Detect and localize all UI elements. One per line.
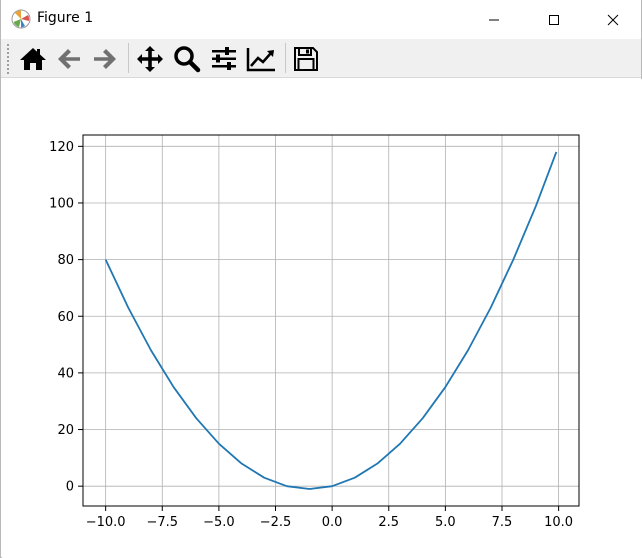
configure-subplots-button[interactable] — [208, 42, 240, 76]
x-tick-label: 2.5 — [378, 515, 399, 530]
save-icon — [294, 47, 318, 71]
subplots-config-icon — [212, 47, 236, 70]
pan-button[interactable] — [134, 42, 166, 76]
edit-axis-icon — [246, 48, 275, 72]
back-button[interactable] — [53, 42, 85, 76]
forward-arrow-icon — [94, 49, 116, 69]
figure-canvas[interactable]: −10.0 −7.5 −5.0 −2.5 0.0 2.5 5.0 7.5 10.0 0 20 40 60… — [2, 79, 642, 558]
home-icon — [20, 48, 46, 70]
x-tick-label: 5.0 — [435, 515, 456, 530]
y-tick-label: 100 — [49, 196, 74, 211]
x-tick-label: −2.5 — [260, 515, 292, 530]
x-tick-label: 0.0 — [322, 515, 343, 530]
window-title: Figure 1 — [37, 10, 94, 26]
y-tick-label: 120 — [49, 140, 74, 155]
pan-icon — [137, 46, 163, 72]
matplotlib-app-icon — [11, 9, 31, 29]
zoom-button[interactable] — [171, 42, 203, 76]
close-icon — [607, 14, 619, 25]
x-tick-label: −5.0 — [203, 515, 235, 530]
series-line — [104, 151, 558, 490]
home-button[interactable] — [17, 42, 49, 76]
toolbar-separator — [285, 43, 286, 73]
x-tick-label: 10.0 — [544, 515, 573, 530]
minimize-icon — [489, 19, 499, 20]
x-tick-label: −7.5 — [146, 515, 178, 530]
figure-window: Figure 1 −10.0 −7.5 −5.0 −2.5 0.0 2.5 5.… — [0, 0, 642, 558]
back-arrow-icon — [58, 49, 80, 69]
x-tick-label: 7.5 — [492, 515, 513, 530]
maximize-icon — [549, 14, 559, 25]
edit-axis-button[interactable] — [245, 42, 277, 76]
toolbar-separator — [128, 43, 129, 73]
save-button[interactable] — [290, 42, 322, 76]
maximize-button[interactable] — [531, 0, 577, 39]
y-tick-label: 0 — [66, 480, 74, 495]
y-tick-label: 20 — [57, 423, 74, 438]
y-tick-label: 60 — [57, 310, 74, 325]
close-button[interactable] — [590, 0, 636, 39]
line-plot: −10.0 −7.5 −5.0 −2.5 0.0 2.5 5.0 7.5 10.0 0 20 40 60… — [49, 134, 580, 530]
minimize-button[interactable] — [471, 0, 517, 39]
axes-frame — [82, 134, 580, 507]
y-tick-label: 80 — [57, 253, 74, 268]
navigation-toolbar — [1, 39, 641, 78]
y-tick-label: 40 — [57, 366, 74, 381]
toolbar-grip[interactable] — [7, 44, 9, 74]
forward-button[interactable] — [89, 42, 121, 76]
zoom-icon — [174, 46, 201, 73]
x-tick-label: −10.0 — [86, 515, 126, 530]
title-bar[interactable]: Figure 1 — [1, 0, 641, 39]
